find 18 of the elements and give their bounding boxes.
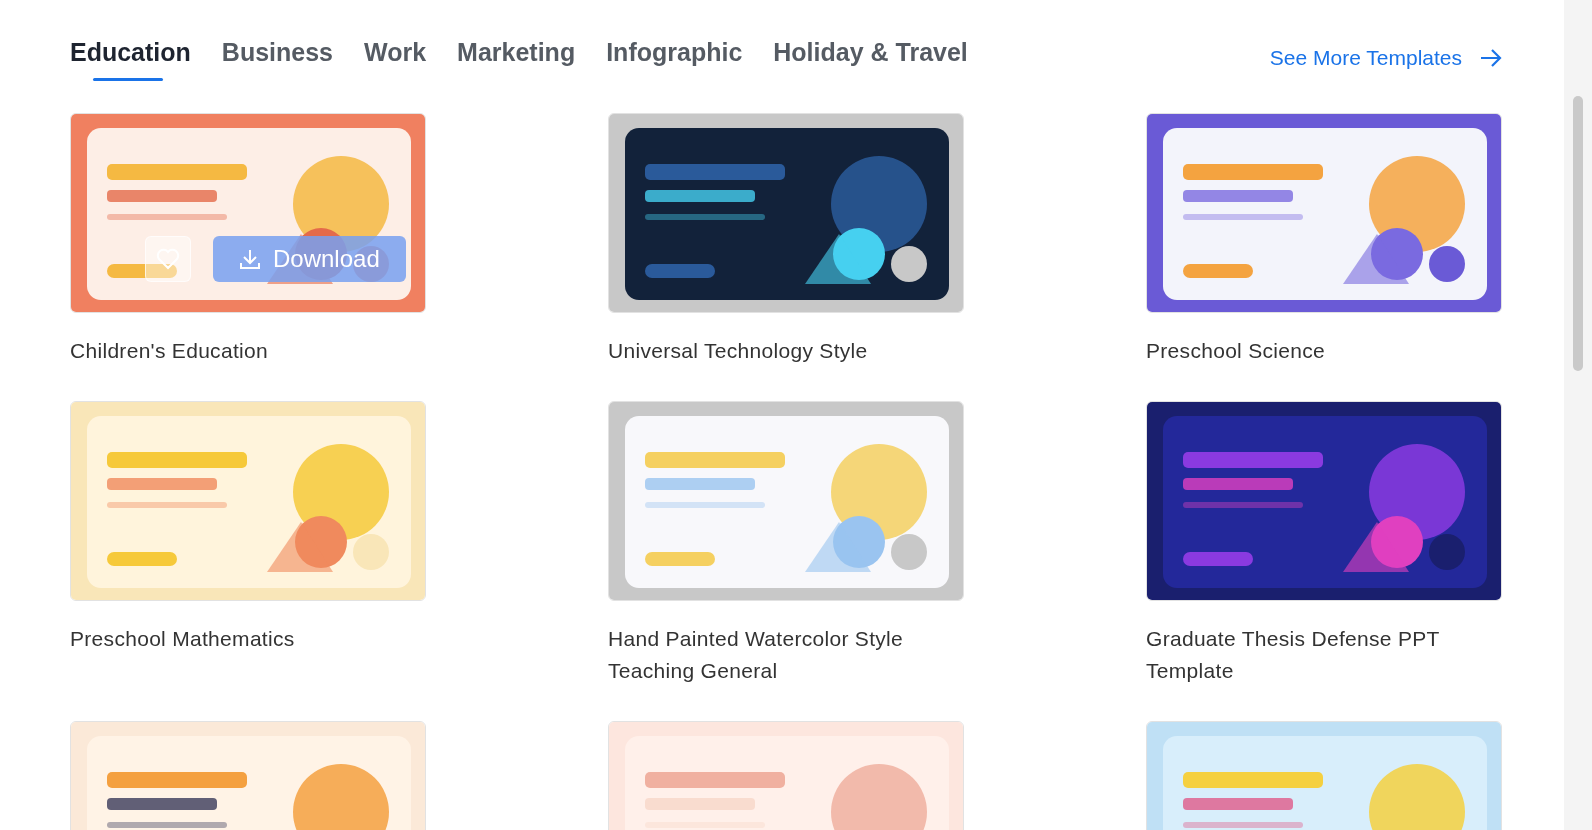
heart-icon: [156, 248, 180, 270]
category-tab[interactable]: Marketing: [457, 34, 576, 81]
template-title[interactable]: Preschool Science: [1146, 335, 1502, 367]
download-icon: [239, 248, 261, 270]
template-title[interactable]: Preschool Mathematics: [70, 623, 426, 655]
template-title[interactable]: Graduate Thesis Defense PPT Template: [1146, 623, 1502, 687]
template-title[interactable]: Universal Technology Style: [608, 335, 964, 367]
category-tab[interactable]: Education: [70, 34, 191, 81]
template-title[interactable]: Children's Education: [70, 335, 426, 367]
template-title[interactable]: Hand Painted Watercolor Style Teaching General: [608, 623, 964, 687]
category-tab[interactable]: Business: [221, 34, 333, 81]
category-tab[interactable]: Infographic: [606, 34, 743, 81]
category-tab[interactable]: Work: [364, 34, 427, 81]
category-tab[interactable]: Holiday & Travel: [773, 34, 968, 81]
arrow-right-icon: [1480, 48, 1502, 67]
favorite-button[interactable]: [145, 236, 191, 282]
see-more-link[interactable]: See More Templates: [1269, 45, 1502, 70]
scrollbar[interactable]: [1564, 0, 1592, 830]
